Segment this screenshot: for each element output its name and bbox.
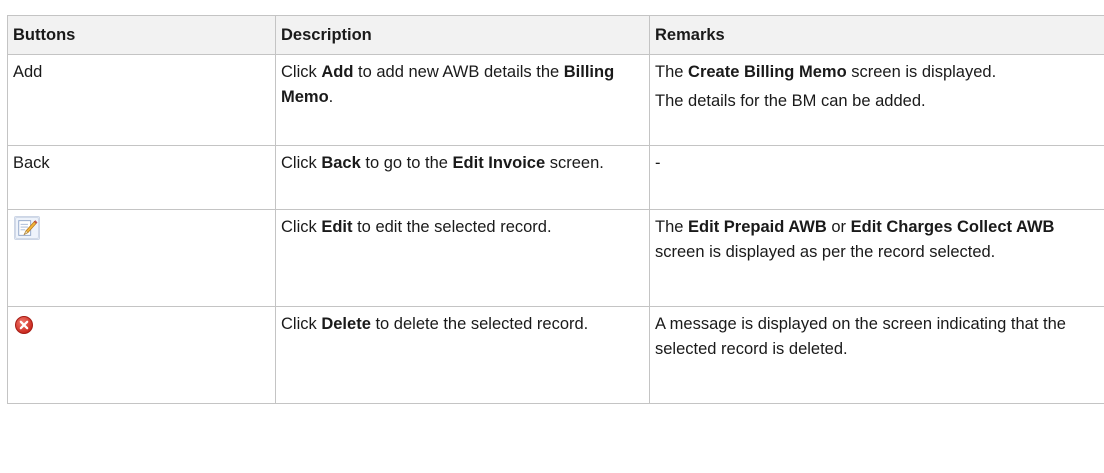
remarks-text: A message is displayed on the screen ind… [655,315,1066,358]
remarks-text: The Create Billing Memo screen is displa… [655,63,997,81]
button-name: Add [13,63,43,81]
description-text: Click Add to add new AWB details the Bil… [281,63,615,106]
remarks-cell: A message is displayed on the screen ind… [649,306,1104,404]
description-cell: Click Back to go to the Edit Invoice scr… [275,145,650,210]
emphasis-text: Create Billing Memo [688,63,847,81]
remarks-text: - [655,154,661,172]
column-header-description: Description [275,15,650,55]
buttons-table: Buttons Description Remarks Add Click Ad… [7,15,1104,404]
edit-icon [14,216,40,248]
button-cell [7,306,276,404]
emphasis-text: Edit Charges Collect AWB [850,218,1055,236]
emphasis-text: Edit Invoice [452,154,546,172]
emphasis-text: Add [321,63,354,81]
remarks-cell: The Create Billing Memo screen is displa… [649,54,1104,146]
remarks-cell: - [649,145,1104,210]
button-cell: Add [7,54,276,146]
emphasis-text: Edit Prepaid AWB [688,218,827,236]
remarks-text: The details for the BM can be added. [655,92,926,110]
column-header-buttons: Buttons [7,15,276,55]
description-cell: Click Delete to delete the selected reco… [275,306,650,404]
table-row: Add Click Add to add new AWB details the… [7,54,1104,146]
remarks-text: The Edit Prepaid AWB or Edit Charges Col… [655,218,1055,261]
description-text: Click Back to go to the Edit Invoice scr… [281,154,604,172]
table-row: Click Edit to edit the selected record. … [7,209,1104,307]
emphasis-text: Edit [321,218,353,236]
emphasis-text: Back [321,154,361,172]
column-header-remarks: Remarks [649,15,1104,55]
button-cell: Back [7,145,276,210]
delete-icon [14,313,34,343]
table-header-row: Buttons Description Remarks [7,15,1104,55]
button-cell [7,209,276,307]
remarks-cell: The Edit Prepaid AWB or Edit Charges Col… [649,209,1104,307]
description-text: Click Edit to edit the selected record. [281,218,552,236]
description-text: Click Delete to delete the selected reco… [281,315,589,333]
table-row: Back Click Back to go to the Edit Invoic… [7,145,1104,210]
description-cell: Click Edit to edit the selected record. [275,209,650,307]
description-cell: Click Add to add new AWB details the Bil… [275,54,650,146]
table-row: Click Delete to delete the selected reco… [7,306,1104,404]
emphasis-text: Delete [321,315,371,333]
button-name: Back [13,154,50,172]
